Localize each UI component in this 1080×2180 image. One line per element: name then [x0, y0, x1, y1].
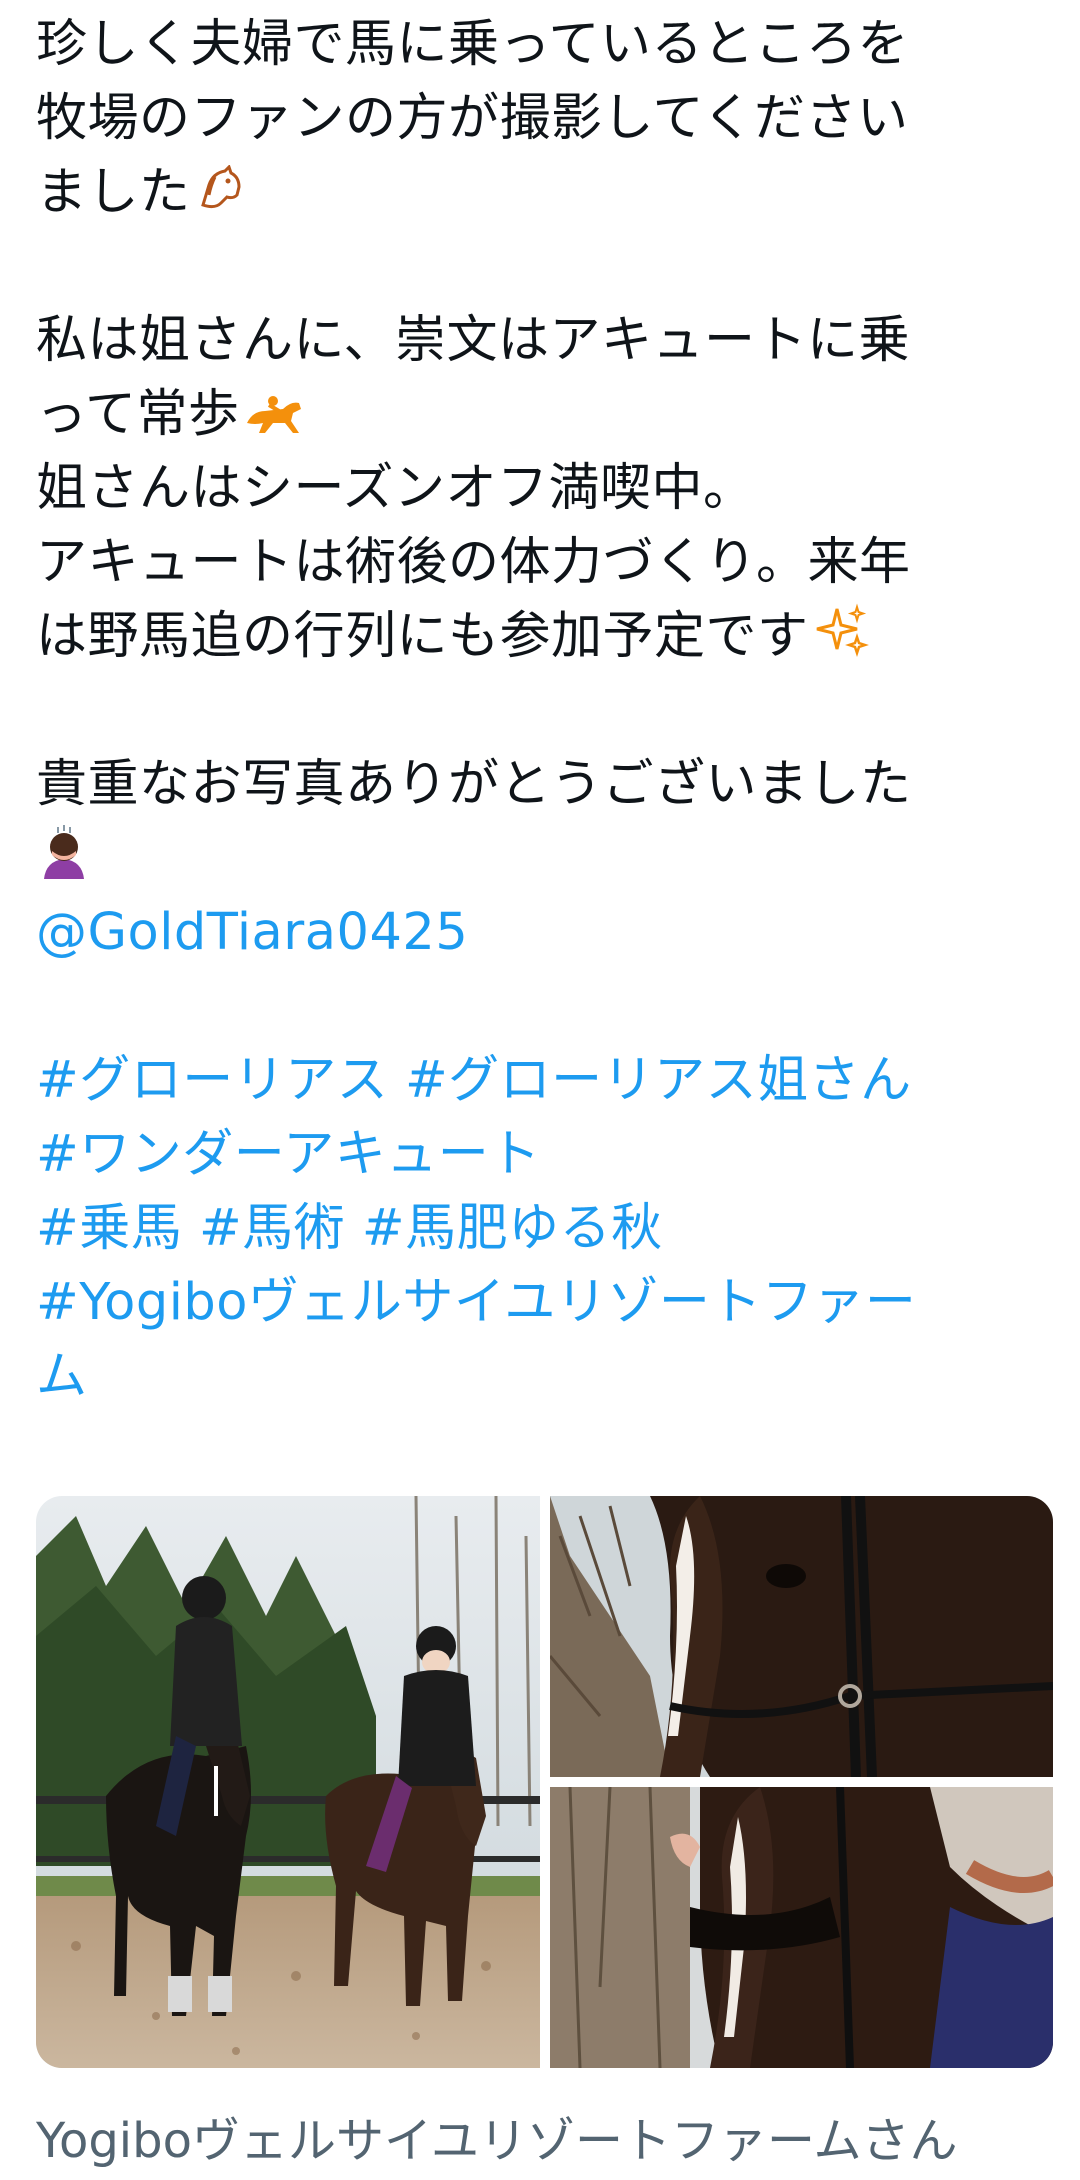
hashtag-line[interactable]: ム	[36, 1340, 1046, 1414]
tweet-line-text: って常歩	[36, 385, 240, 444]
tweet-line-text: ました	[36, 163, 191, 222]
tweet-line: 私は姐さんに、崇文はアキュートに乗	[36, 311, 910, 370]
photo-horse-head-bridle[interactable]	[550, 1496, 1053, 1777]
photo-horse-with-rider[interactable]	[550, 1787, 1053, 2068]
hashtag-line[interactable]: #Yogiboヴェルサイユリゾートファー	[36, 1266, 1046, 1340]
media-grid	[36, 1496, 1053, 2068]
source-label[interactable]: Yogiboヴェルサイユリゾートファームさん	[36, 2106, 958, 2176]
tweet-line: アキュートは術後の体力づくり。来年	[36, 533, 911, 592]
tweet-line: 貴重なお写真ありがとうございました	[36, 755, 912, 814]
tweet-text: 珍しく夫婦で馬に乗っているところを 牧場のファンの方が撮影してください ました …	[36, 8, 1046, 1414]
tweet-line: は野馬追の行列にも参加予定です	[36, 600, 1046, 674]
horse-racing-icon	[243, 384, 305, 458]
mention-link[interactable]: @GoldTiara0425	[36, 896, 1046, 970]
horse-face-icon	[195, 162, 245, 236]
tweet-line-text: は野馬追の行列にも参加予定です	[36, 607, 809, 666]
sparkles-icon	[813, 603, 869, 680]
tweet-line	[36, 822, 1046, 896]
hashtag-line[interactable]: #グローリアス #グローリアス姐さん	[36, 1044, 1046, 1118]
hashtag-line[interactable]: #乗馬 #馬術 #馬肥ゆる秋	[36, 1192, 1046, 1266]
tweet-line: って常歩	[36, 378, 1046, 452]
tweet-line: 牧場のファンの方が撮影してください	[36, 89, 909, 148]
person-bowing-icon	[36, 825, 92, 902]
tweet-line: ました	[36, 156, 1046, 230]
tweet-line: 珍しく夫婦で馬に乗っているところを	[36, 15, 909, 74]
tweet-line: 姐さんはシーズンオフ満喫中。	[36, 459, 755, 518]
photo-two-riders[interactable]	[36, 1496, 540, 2068]
hashtag-line[interactable]: #ワンダーアキュート	[36, 1118, 1046, 1192]
